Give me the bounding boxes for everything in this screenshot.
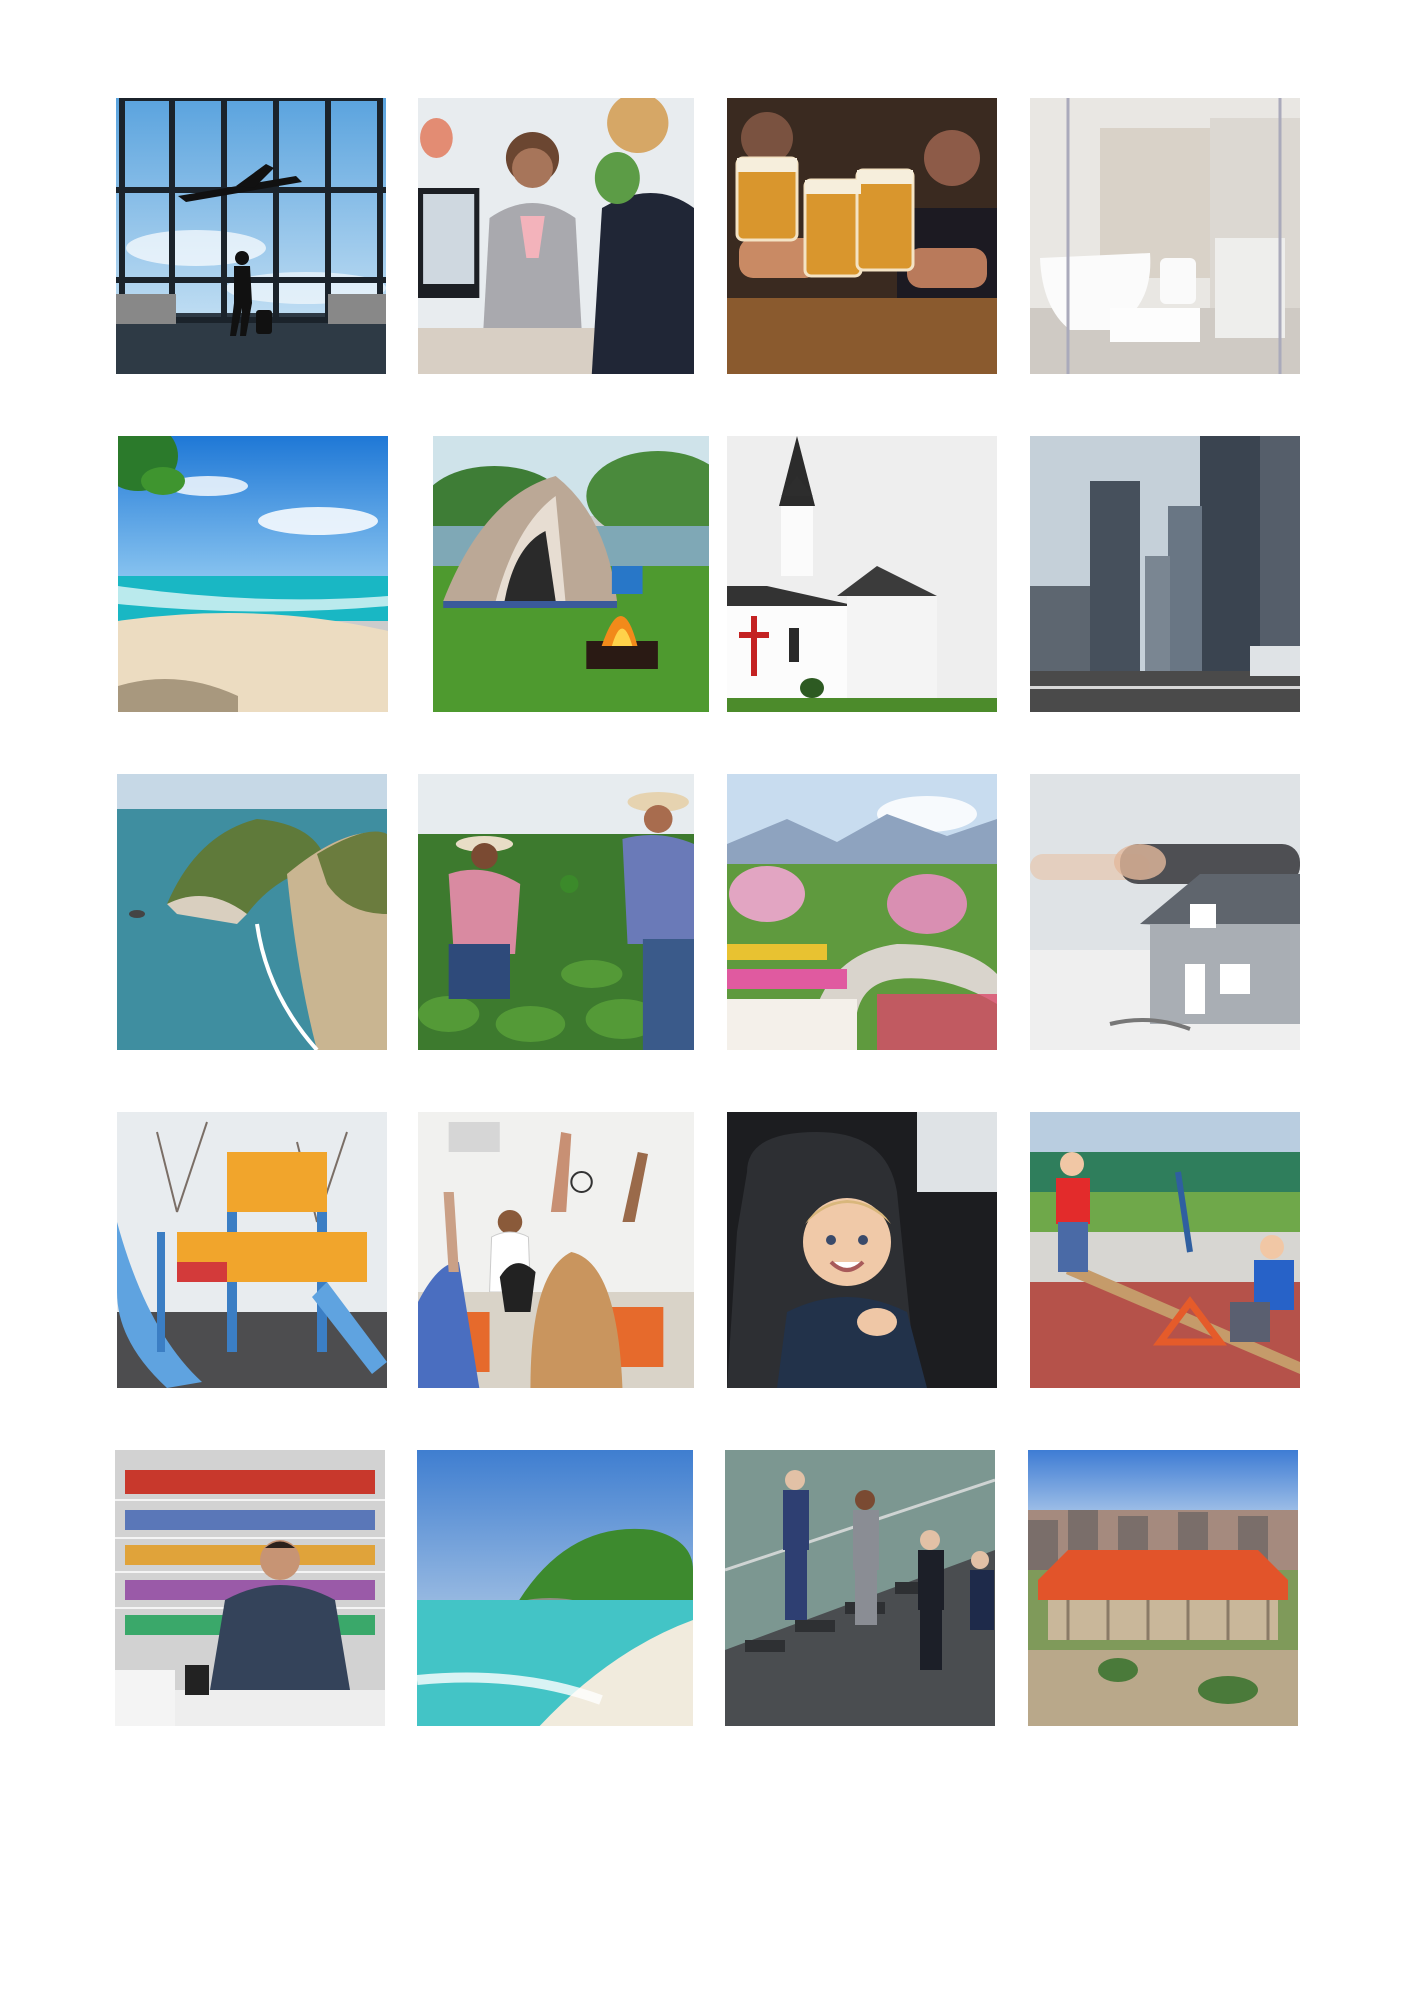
photo-hotel-front-desk [418,98,694,374]
photo-train-station-aerial [1028,1450,1298,1726]
photo-tropical-beach [118,436,388,712]
photo-white-church [727,436,997,712]
photo-bathroom [1030,98,1300,374]
photo-tent-campfire [433,436,709,712]
photo-kids-on-seesaw [1030,1112,1300,1388]
photo-farmers-in-field [418,774,694,1050]
photo-city-skyline [1030,436,1300,712]
photo-shopkeeper-convenience-store [115,1450,385,1726]
photo-coastal-cliff-cove [117,774,387,1050]
photo-house-model-handshake [1030,774,1300,1050]
photo-island-beach [417,1450,693,1726]
photo-baby-car-seat [727,1112,997,1388]
photo-business-people-stairs [725,1450,995,1726]
photo-flower-garden-mountains [727,774,997,1050]
photo-classroom-raised-hands [418,1112,694,1388]
photo-beer-toast [727,98,997,374]
photo-airport-traveler [116,98,386,374]
photo-playground [117,1112,387,1388]
